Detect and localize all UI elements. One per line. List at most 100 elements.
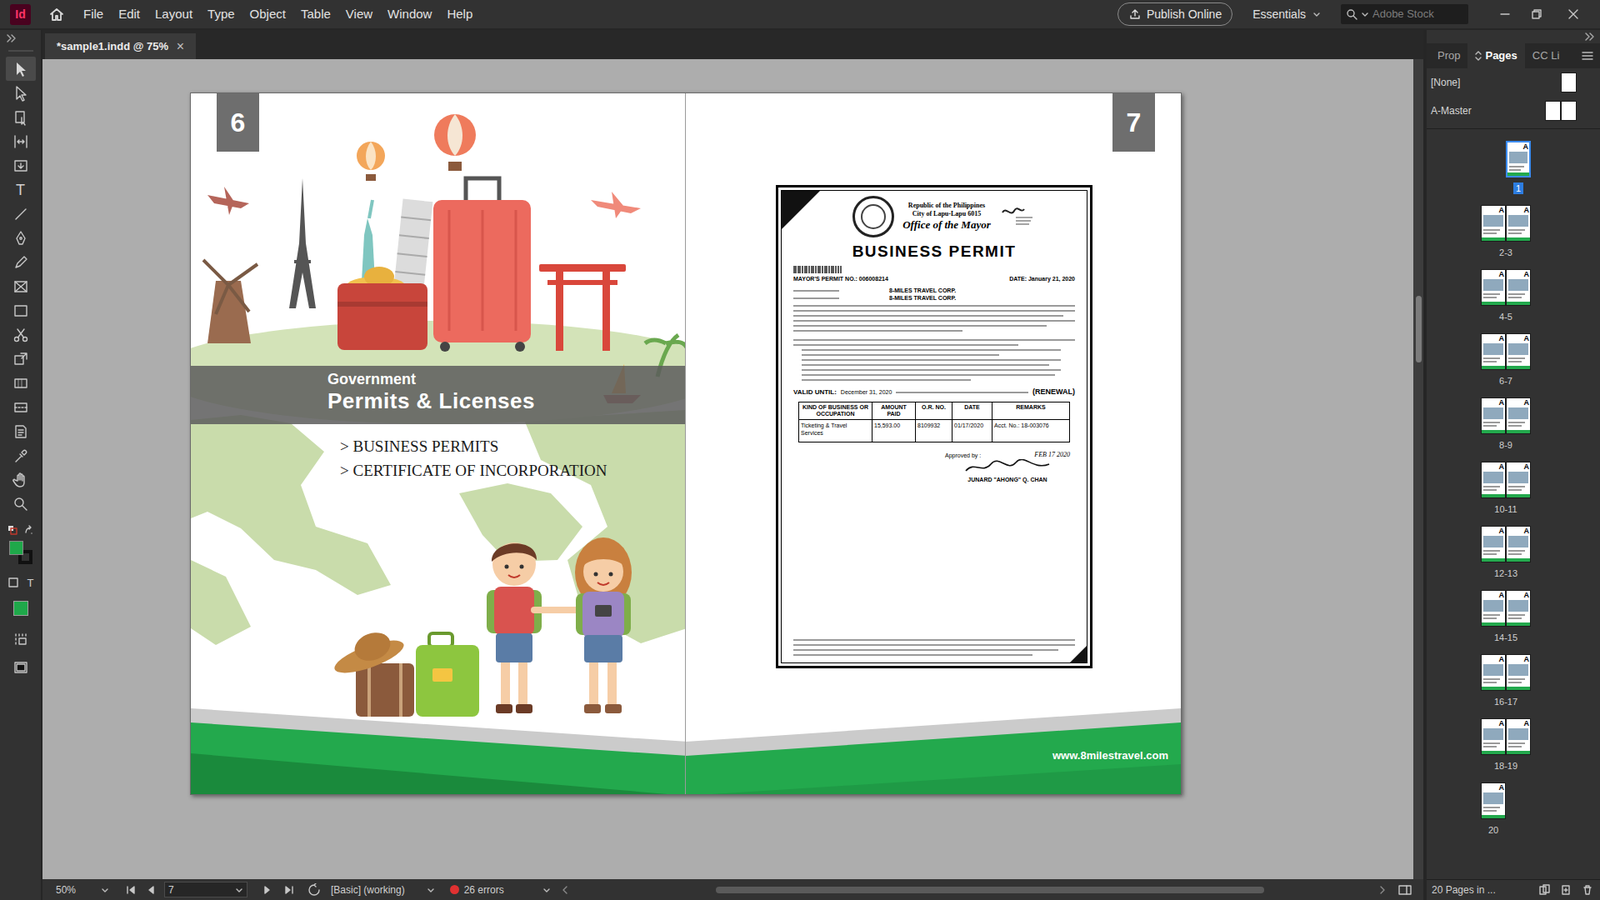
page-label[interactable]: 2-3 bbox=[1496, 246, 1515, 259]
vertical-scroll-thumb[interactable] bbox=[1415, 295, 1422, 363]
page-spread-thumbnail[interactable]: A bbox=[1480, 782, 1531, 820]
page-thumbnail-item[interactable]: AA 10-11 bbox=[1480, 461, 1531, 515]
page-thumbnail[interactable]: A bbox=[1480, 525, 1506, 563]
page-thumbnail-item[interactable]: A 20 bbox=[1480, 782, 1531, 836]
search-input[interactable] bbox=[1372, 5, 1464, 23]
page-thumbnail-item[interactable]: A1 bbox=[1480, 140, 1531, 195]
page-spread-thumbnail[interactable]: AA bbox=[1480, 718, 1531, 755]
menu-item[interactable]: Help bbox=[445, 5, 474, 25]
menu-item[interactable]: File bbox=[82, 5, 105, 25]
page-label[interactable]: 20 bbox=[1485, 824, 1501, 836]
close-tab-button[interactable]: × bbox=[176, 40, 185, 54]
page-thumbnail[interactable]: A bbox=[1505, 205, 1531, 242]
tool-button[interactable]: T bbox=[5, 177, 36, 202]
chevron-down-icon[interactable] bbox=[426, 885, 435, 895]
tool-button[interactable] bbox=[5, 443, 36, 468]
page-thumbnail[interactable]: A bbox=[1480, 718, 1506, 755]
tool-button[interactable] bbox=[5, 250, 36, 275]
fill-stroke-swatches[interactable] bbox=[9, 540, 33, 565]
page-thumbnail[interactable]: A bbox=[1480, 269, 1506, 306]
page-spread-thumbnail[interactable]: AA bbox=[1480, 333, 1531, 370]
page-spread-thumbnail[interactable]: AA bbox=[1480, 205, 1531, 242]
page-thumbnail-item[interactable]: AA 8-9 bbox=[1480, 397, 1531, 451]
text-format-icon[interactable]: T bbox=[27, 577, 35, 589]
page-spread-thumbnail[interactable]: A bbox=[1480, 140, 1531, 178]
page-field[interactable]: 7 bbox=[164, 881, 248, 898]
screen-mode-icon[interactable] bbox=[12, 659, 30, 676]
page-thumbnail[interactable]: A bbox=[1505, 333, 1531, 370]
swap-colors-icon[interactable] bbox=[24, 525, 35, 535]
panel-tab[interactable]: Prop bbox=[1430, 43, 1468, 69]
menu-item[interactable]: Object bbox=[249, 5, 287, 25]
page-thumbnail-item[interactable]: AA14-15 bbox=[1480, 590, 1531, 644]
page-label[interactable]: 16-17 bbox=[1491, 695, 1520, 708]
horizontal-scroll-thumb[interactable] bbox=[715, 886, 1265, 894]
page-spread-thumbnail[interactable]: AA bbox=[1480, 461, 1531, 499]
tool-button[interactable] bbox=[5, 346, 36, 371]
page-thumbnail[interactable]: A bbox=[1480, 397, 1506, 435]
tool-button[interactable] bbox=[5, 467, 36, 492]
tool-button[interactable] bbox=[5, 56, 36, 81]
tool-button[interactable] bbox=[5, 298, 36, 323]
master-row[interactable]: A-Master bbox=[1426, 96, 1600, 125]
fill-swatch[interactable] bbox=[9, 540, 24, 555]
default-colors-icon[interactable] bbox=[7, 525, 18, 535]
close-window-icon[interactable] bbox=[1565, 7, 1582, 21]
tool-button[interactable] bbox=[5, 80, 36, 105]
menu-item[interactable]: View bbox=[345, 5, 374, 25]
first-page-icon[interactable] bbox=[122, 885, 140, 895]
page-thumbnail[interactable]: A bbox=[1480, 590, 1506, 627]
menu-item[interactable]: Window bbox=[386, 5, 433, 25]
page-thumbnail[interactable]: A bbox=[1505, 269, 1531, 306]
collapse-icon[interactable] bbox=[6, 34, 17, 43]
publish-online-button[interactable]: Publish Online bbox=[1117, 2, 1233, 26]
tool-button[interactable] bbox=[5, 491, 36, 516]
page-thumbnail[interactable]: A bbox=[1505, 718, 1531, 755]
page-thumbnail[interactable]: A bbox=[1480, 205, 1506, 242]
workspace-switcher[interactable]: Essentials bbox=[1252, 5, 1321, 24]
minimize-icon[interactable] bbox=[1496, 7, 1514, 21]
page-thumbnail[interactable]: A bbox=[1505, 525, 1531, 563]
next-page-icon[interactable] bbox=[259, 885, 276, 895]
tool-button[interactable] bbox=[5, 395, 36, 420]
page-thumbnail[interactable]: A bbox=[1480, 333, 1506, 370]
container-icon[interactable] bbox=[7, 576, 20, 589]
view-mode-icon[interactable] bbox=[12, 630, 30, 648]
apply-color-button[interactable] bbox=[13, 600, 29, 616]
page-thumbnail[interactable]: A bbox=[1505, 461, 1531, 499]
horizontal-scrollbar[interactable] bbox=[574, 885, 1374, 895]
document-tab[interactable]: *sample1.indd @ 75%× bbox=[45, 33, 196, 60]
page-thumbnail[interactable]: A bbox=[1480, 782, 1506, 820]
page-thumbnail[interactable]: A bbox=[1505, 654, 1531, 691]
new-page-icon[interactable] bbox=[1560, 884, 1572, 896]
tool-button[interactable] bbox=[5, 129, 36, 154]
page-label[interactable]: 18-19 bbox=[1491, 760, 1520, 772]
home-icon[interactable] bbox=[48, 5, 65, 23]
page-thumbnail[interactable]: A bbox=[1480, 654, 1506, 691]
master-row[interactable]: [None] bbox=[1426, 68, 1600, 97]
preflight-profile[interactable]: [Basic] (working) bbox=[330, 882, 405, 898]
page-thumbnail-item[interactable]: AA 12-13 bbox=[1480, 525, 1531, 580]
page-label[interactable]: 8-9 bbox=[1496, 439, 1515, 451]
previous-page-icon[interactable] bbox=[142, 885, 160, 895]
page-label[interactable]: 12-13 bbox=[1491, 567, 1520, 580]
panel-menu-icon[interactable] bbox=[1581, 43, 1600, 69]
tool-button[interactable] bbox=[5, 201, 36, 226]
preflight-icon[interactable] bbox=[307, 883, 321, 897]
panel-tab[interactable]: CC Li bbox=[1525, 43, 1568, 69]
page-spread-thumbnail[interactable]: AA bbox=[1480, 525, 1531, 563]
master-thumbnail[interactable] bbox=[1545, 100, 1577, 121]
last-page-icon[interactable] bbox=[280, 885, 298, 895]
page-spread-thumbnail[interactable]: AA bbox=[1480, 654, 1531, 691]
tool-button[interactable] bbox=[5, 105, 36, 130]
page-label[interactable]: 10-11 bbox=[1491, 503, 1520, 515]
error-count[interactable]: 26 errors bbox=[464, 882, 505, 898]
page-thumbnail-item[interactable]: AA 16-17 bbox=[1480, 654, 1531, 708]
menu-item[interactable]: Table bbox=[300, 5, 332, 25]
page-thumbnail-item[interactable]: AA 18-19 bbox=[1480, 718, 1531, 772]
page-thumbnail[interactable]: A bbox=[1505, 140, 1531, 178]
page-thumbnail[interactable]: A bbox=[1505, 590, 1531, 627]
tool-button[interactable] bbox=[5, 225, 36, 250]
page-thumbnail[interactable]: A bbox=[1505, 397, 1531, 435]
scroll-left-icon[interactable] bbox=[560, 885, 570, 895]
